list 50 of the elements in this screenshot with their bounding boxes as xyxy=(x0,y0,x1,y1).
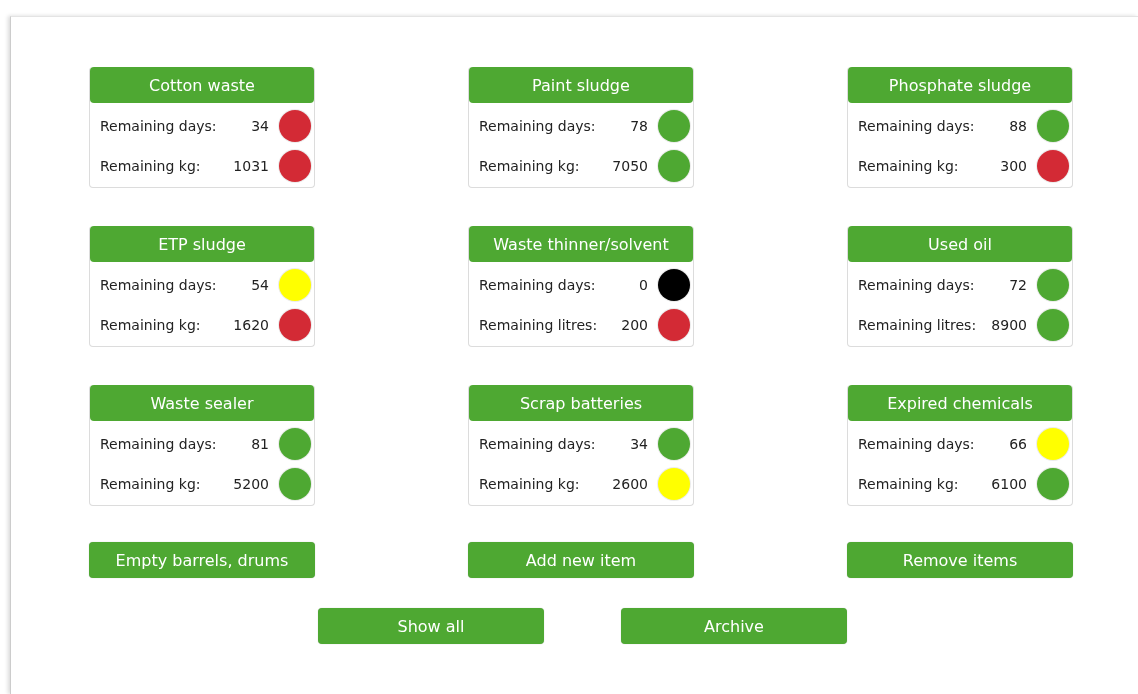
item-button[interactable]: Remove items xyxy=(847,542,1073,578)
card-title: ETP sludge xyxy=(90,226,314,262)
row-value: 2600 xyxy=(612,476,648,492)
row-value: 8900 xyxy=(991,317,1027,333)
card-title: Expired chemicals xyxy=(848,385,1072,421)
row-value: 81 xyxy=(251,436,269,452)
row-value: 34 xyxy=(630,436,648,452)
row-label: Remaining kg: xyxy=(479,158,581,174)
row-value: 66 xyxy=(1009,436,1027,452)
row-label: Remaining kg: xyxy=(100,317,202,333)
card-title: Used oil xyxy=(848,226,1072,262)
row-label: Remaining days: xyxy=(858,277,976,293)
row-label: Remaining kg: xyxy=(858,476,960,492)
action-button[interactable]: Archive xyxy=(621,608,847,644)
row-value: 5200 xyxy=(233,476,269,492)
row-label: Remaining days: xyxy=(858,436,976,452)
row-label: Remaining kg: xyxy=(100,158,202,174)
card-title: Paint sludge xyxy=(469,67,693,103)
row-label: Remaining litres: xyxy=(479,317,599,333)
row-value: 54 xyxy=(251,277,269,293)
row-value: 78 xyxy=(630,118,648,134)
card-title: Waste sealer xyxy=(90,385,314,421)
row-label: Remaining kg: xyxy=(100,476,202,492)
row-value: 6100 xyxy=(991,476,1027,492)
row-label: Remaining days: xyxy=(479,277,597,293)
row-value: 34 xyxy=(251,118,269,134)
row-label: Remaining kg: xyxy=(858,158,960,174)
row-label: Remaining litres: xyxy=(858,317,978,333)
row-value: 300 xyxy=(1000,158,1027,174)
action-button[interactable]: Show all xyxy=(318,608,544,644)
row-label: Remaining days: xyxy=(100,118,218,134)
card-title: Waste thinner/solvent xyxy=(469,226,693,262)
row-label: Remaining days: xyxy=(100,436,218,452)
row-value: 1031 xyxy=(233,158,269,174)
row-value: 72 xyxy=(1009,277,1027,293)
card-title: Phosphate sludge xyxy=(848,67,1072,103)
row-value: 7050 xyxy=(612,158,648,174)
row-label: Remaining days: xyxy=(100,277,218,293)
item-button[interactable]: Empty barrels, drums xyxy=(89,542,315,578)
row-value: 88 xyxy=(1009,118,1027,134)
row-label: Remaining days: xyxy=(479,436,597,452)
row-value: 200 xyxy=(621,317,648,333)
card-title: Cotton waste xyxy=(90,67,314,103)
card-title: Scrap batteries xyxy=(469,385,693,421)
row-value: 0 xyxy=(639,277,648,293)
row-label: Remaining days: xyxy=(479,118,597,134)
row-label: Remaining kg: xyxy=(479,476,581,492)
item-button[interactable]: Add new item xyxy=(468,542,694,578)
row-value: 1620 xyxy=(233,317,269,333)
row-label: Remaining days: xyxy=(858,118,976,134)
